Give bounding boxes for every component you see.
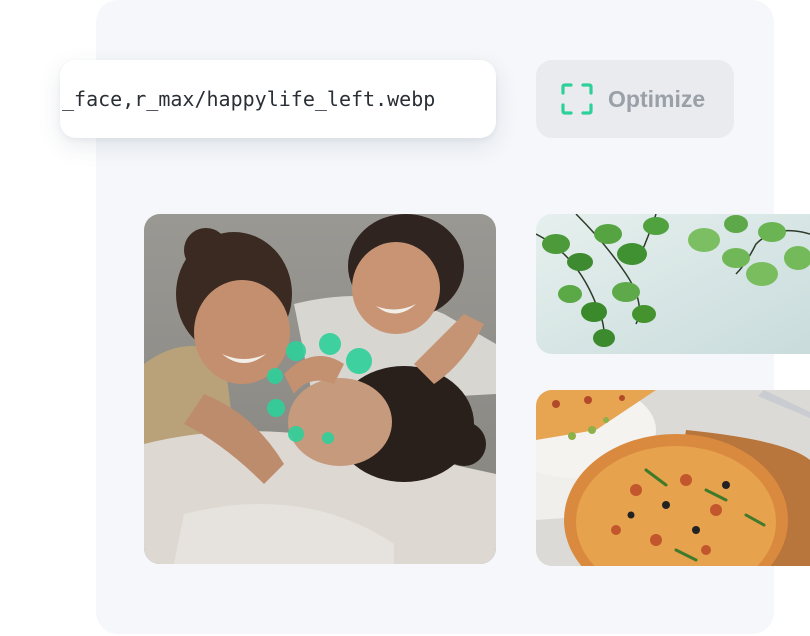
pizza-photo: [536, 390, 810, 566]
leaves-photo: [536, 214, 810, 354]
main-photo: [144, 214, 496, 564]
stage: _face,r_max/happylife_left.webp Optimize: [0, 0, 810, 636]
scan-frame-icon: [561, 83, 593, 115]
optimize-button[interactable]: Optimize: [536, 60, 734, 138]
optimize-button-label: Optimize: [608, 85, 706, 112]
url-input[interactable]: _face,r_max/happylife_left.webp: [60, 60, 496, 138]
url-input-value[interactable]: _face,r_max/happylife_left.webp: [60, 87, 435, 111]
